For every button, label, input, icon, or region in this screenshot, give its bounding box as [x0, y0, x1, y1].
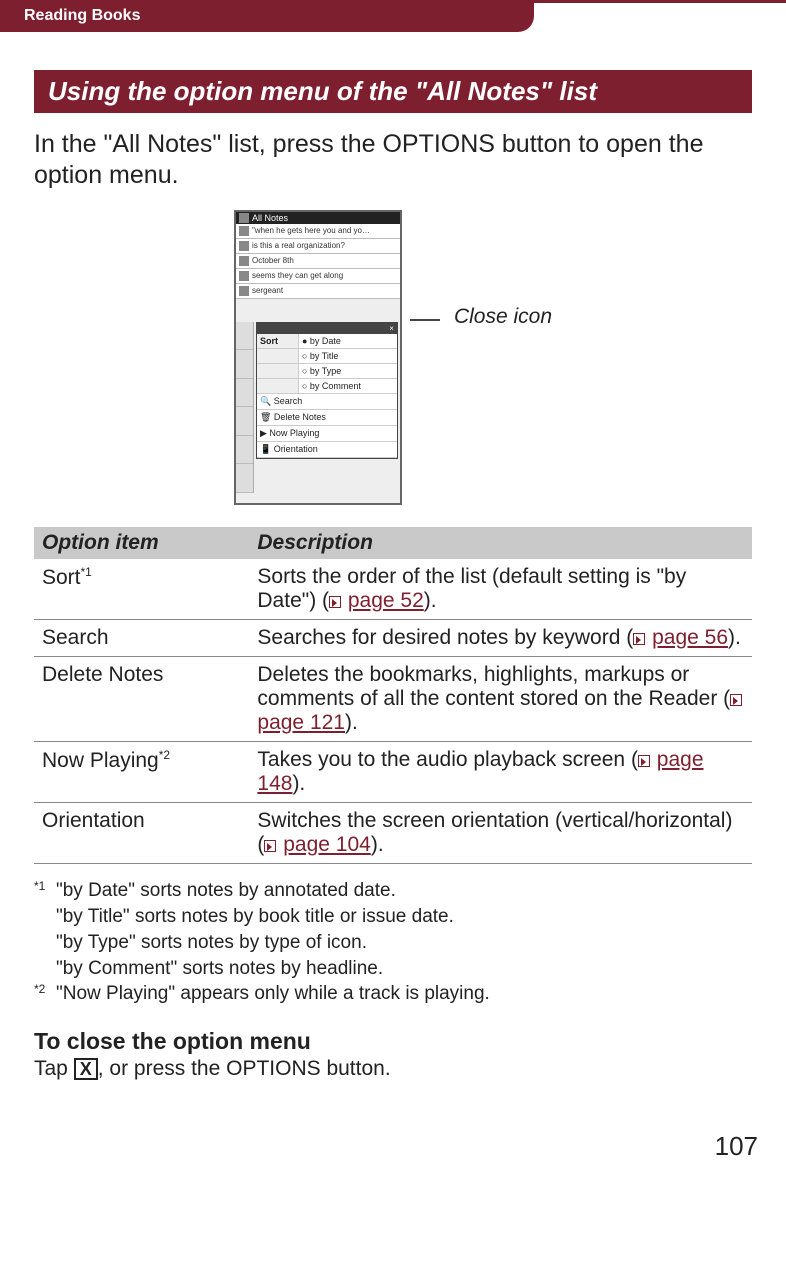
table-row: Search Searches for desired notes by key… — [34, 619, 752, 656]
options-table: Option item Description Sort*1 Sorts the… — [34, 527, 752, 864]
breadcrumb: Reading Books — [0, 7, 140, 25]
x-icon: X — [74, 1058, 98, 1080]
page-link[interactable]: page 52 — [348, 589, 424, 612]
close-heading: To close the option menu — [34, 1028, 752, 1055]
callout-line — [410, 319, 440, 321]
page-content: Using the option menu of the "All Notes"… — [0, 32, 786, 1091]
header-wrap: Reading Books — [0, 0, 786, 32]
device-screenshot: All Notes "when he gets here you and yo…… — [234, 210, 402, 505]
footnotes: *1"by Date" sorts notes by annotated dat… — [34, 878, 752, 1009]
table-row: Orientation Switches the screen orientat… — [34, 802, 752, 863]
table-row: Sort*1 Sorts the order of the list (defa… — [34, 559, 752, 620]
page-link[interactable]: page 104 — [283, 833, 371, 856]
page-title: Using the option menu of the "All Notes"… — [34, 70, 752, 113]
th-option: Option item — [34, 527, 249, 559]
table-row: Now Playing*2 Takes you to the audio pla… — [34, 741, 752, 802]
page-link[interactable]: page 56 — [652, 626, 728, 649]
close-icon-label: Close icon — [454, 305, 552, 329]
link-icon — [633, 633, 645, 645]
link-icon — [264, 840, 276, 852]
header-bar: Reading Books — [0, 0, 534, 32]
table-row: Delete Notes Deletes the bookmarks, high… — [34, 656, 752, 741]
page-number: 107 — [0, 1131, 786, 1178]
header-rule — [534, 0, 786, 3]
link-icon — [638, 755, 650, 767]
screenshot-wrap: All Notes "when he gets here you and yo…… — [34, 210, 752, 505]
close-text: Tap X, or press the OPTIONS button. — [34, 1057, 752, 1081]
link-icon — [730, 694, 742, 706]
th-desc: Description — [249, 527, 752, 559]
page-link[interactable]: page 121 — [257, 711, 345, 734]
link-icon — [329, 596, 341, 608]
intro-text: In the "All Notes" list, press the OPTIO… — [34, 129, 752, 192]
